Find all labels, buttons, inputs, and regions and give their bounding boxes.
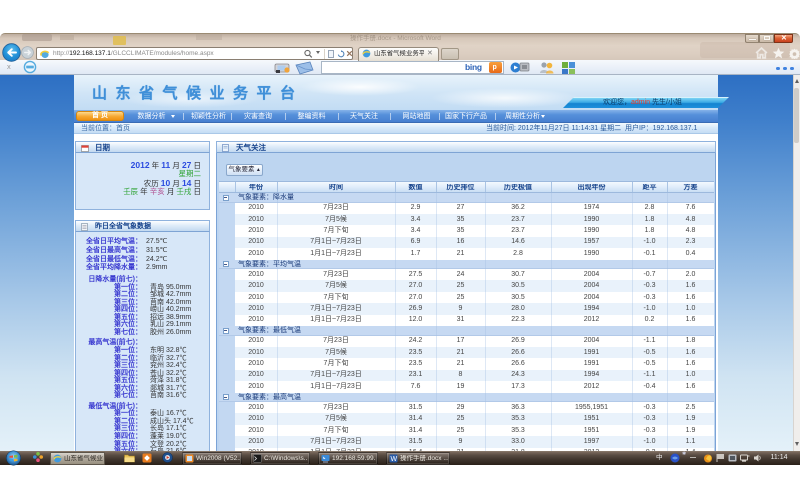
svg-text:W: W <box>391 456 398 463</box>
